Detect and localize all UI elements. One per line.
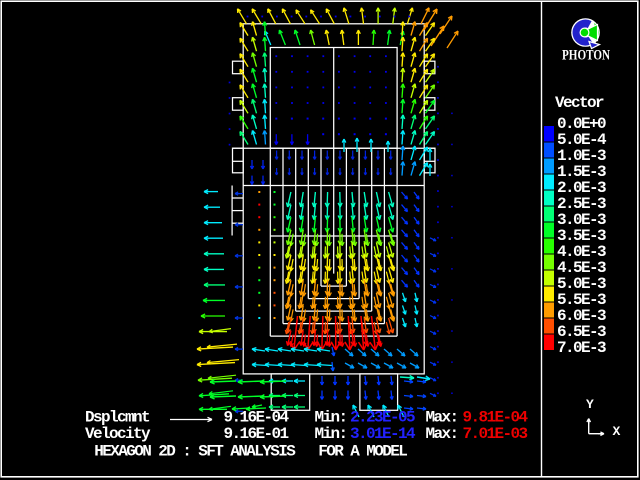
svg-text:Y: Y [586,397,594,412]
svg-text:7.0E-3: 7.0E-3 [557,339,606,357]
svg-text:7.01E-03: 7.01E-03 [463,425,528,443]
svg-text:X: X [613,424,621,439]
svg-text:9.16E-01: 9.16E-01 [224,425,289,443]
svg-text:Velocity: Velocity [85,425,151,443]
svg-text:Max:: Max: [426,425,458,443]
svg-text:Vector: Vector [555,94,604,112]
svg-text:HEXAGON 2D : SFT ANALYSIS FO: HEXAGON 2D : SFT ANALYSIS FOR A MODEL [94,442,407,460]
svg-text:3.01E-14: 3.01E-14 [350,425,416,443]
svg-text:Min:: Min: [315,425,347,443]
svg-text:PHOTON: PHOTON [562,48,610,64]
